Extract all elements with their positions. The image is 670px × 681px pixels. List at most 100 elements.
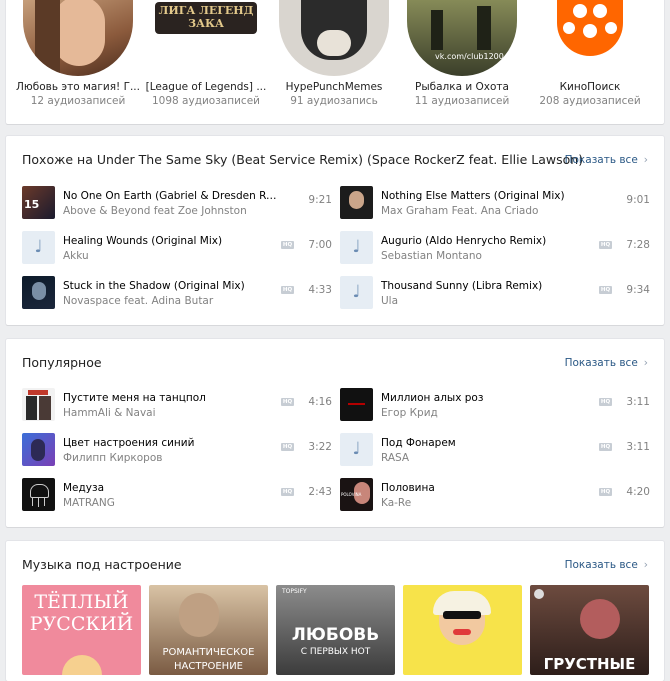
show-all-link[interactable]: Показать все ›	[565, 559, 648, 571]
community-name[interactable]: КиноПоиск	[526, 81, 654, 93]
track-cover[interactable]	[340, 388, 373, 421]
community-name[interactable]: [League of Legends] ...	[142, 81, 270, 93]
track-row[interactable]: ♩ Thousand Sunny (Libra Remix) Ula HQ 9:…	[340, 276, 650, 312]
hq-badge-icon: HQ	[599, 443, 612, 451]
track-title[interactable]: Пустите меня на танцпол	[63, 392, 278, 404]
track-row[interactable]: 15 No One On Earth (Gabriel & Dresden Re…	[22, 186, 332, 222]
music-note-icon: ♩	[34, 237, 43, 257]
section-title: Музыка под настроение	[22, 557, 182, 572]
community-item[interactable]: КиноПоиск 208 аудиозаписей	[526, 0, 654, 107]
community-item[interactable]: Любовь это магия! Г... 12 аудиозаписей	[14, 0, 142, 107]
track-cover[interactable]	[340, 186, 373, 219]
track-title[interactable]: Augurio (Aldo Henrycho Remix)	[381, 235, 596, 247]
playlist-card[interactable]: ТЁПЛЫЙ РУССКИЙ	[22, 585, 141, 675]
playlist-label: РОМАНТИЧЕСКОЕ	[162, 647, 255, 658]
track-artist[interactable]: Sebastian Montano	[381, 250, 596, 262]
track-cover[interactable]	[22, 478, 55, 511]
track-cover[interactable]: ♩	[340, 276, 373, 309]
chevron-right-icon: ›	[643, 357, 648, 369]
track-row[interactable]: ♩ Augurio (Aldo Henrycho Remix) Sebastia…	[340, 231, 650, 267]
track-title[interactable]: Healing Wounds (Original Mix)	[63, 235, 278, 247]
track-title[interactable]: Медуза	[63, 482, 278, 494]
track-cover[interactable]	[22, 433, 55, 466]
cover-text: POLOVINA	[341, 492, 362, 497]
track-artist[interactable]: Above & Beyond feat Zoe Johnston	[63, 205, 278, 217]
track-row[interactable]: Пустите меня на танцпол HammAli & Navai …	[22, 388, 332, 424]
community-count: 1098 аудиозаписей	[152, 95, 260, 107]
community-avatar[interactable]: vk.com/club12004	[407, 0, 517, 76]
track-artist[interactable]: Akku	[63, 250, 278, 262]
track-artist[interactable]: Ka-Re	[381, 497, 596, 509]
show-all-label[interactable]: Показать все	[565, 154, 638, 166]
track-cover[interactable]	[22, 276, 55, 309]
track-cover[interactable]: ♩	[340, 231, 373, 264]
track-row[interactable]: Stuck in the Shadow (Original Mix) Novas…	[22, 276, 332, 312]
track-artist[interactable]: MATRANG	[63, 497, 278, 509]
popular-section: Популярное Показать все › Пустите меня на…	[6, 339, 664, 527]
track-artist[interactable]: Max Graham Feat. Ana Criado	[381, 205, 596, 217]
chevron-right-icon: ›	[643, 559, 648, 571]
track-cover[interactable]: ♩	[340, 433, 373, 466]
hq-badge-icon: HQ	[281, 241, 294, 249]
track-title[interactable]: Миллион алых роз	[381, 392, 596, 404]
playlist-label: ГРУСТНЫЕ	[543, 655, 636, 673]
community-item[interactable]: ЛИГА ЛЕГЕНД ЗАКА [League of Legends] ...…	[142, 0, 270, 107]
track-title[interactable]: Nothing Else Matters (Original Mix)	[381, 190, 596, 202]
community-count: 208 аудиозаписей	[539, 95, 641, 107]
music-note-icon: ♩	[352, 439, 361, 459]
kinopoisk-logo-icon[interactable]	[535, 0, 645, 76]
playlist-label: НАСТРОЕНИЕ	[174, 661, 243, 672]
track-row[interactable]: Медуза MATRANG HQ 2:43	[22, 478, 332, 514]
community-item[interactable]: HypePunchMemes 91 аудиозапись	[270, 0, 398, 107]
community-logo[interactable]: ЛИГА ЛЕГЕНД ЗАКА	[151, 0, 261, 76]
track-row[interactable]: Nothing Else Matters (Original Mix) Max …	[340, 186, 650, 222]
track-artist[interactable]: RASA	[381, 452, 596, 464]
track-cover[interactable]: ♩	[22, 231, 55, 264]
playlist-card[interactable]: ГРУСТНЫЕ	[530, 585, 649, 675]
hq-badge-icon: HQ	[599, 286, 612, 294]
show-all-label[interactable]: Показать все	[565, 357, 638, 369]
playlist-card[interactable]: TOPSIFY ЛЮБОВЬ С ПЕРВЫХ НОТ	[276, 585, 395, 675]
track-title[interactable]: No One On Earth (Gabriel & Dresden Remix…	[63, 190, 278, 202]
track-cover[interactable]: 15	[22, 186, 55, 219]
playlist-card[interactable]	[403, 585, 522, 675]
track-row[interactable]: ♩ Под Фонарем RASA HQ 3:11	[340, 433, 650, 469]
track-artist[interactable]: Филипп Киркоров	[63, 452, 278, 464]
track-duration: 3:22	[308, 441, 332, 453]
community-item[interactable]: vk.com/club12004 Рыбалка и Охота 11 ауди…	[398, 0, 526, 107]
track-artist[interactable]: Novaspace feat. Adina Butar	[63, 295, 278, 307]
track-title[interactable]: Thousand Sunny (Libra Remix)	[381, 280, 596, 292]
playlist-label: С ПЕРВЫХ НОТ	[300, 647, 371, 657]
track-title[interactable]: Половина	[381, 482, 596, 494]
track-duration: 9:01	[626, 194, 650, 206]
track-duration: 7:00	[308, 239, 332, 251]
track-artist[interactable]: Егор Крид	[381, 407, 596, 419]
track-cover[interactable]	[22, 388, 55, 421]
track-duration: 3:11	[626, 396, 650, 408]
track-row[interactable]: Цвет настроения синий Филипп Киркоров HQ…	[22, 433, 332, 469]
track-artist[interactable]: HammAli & Navai	[63, 407, 278, 419]
track-title[interactable]: Под Фонарем	[381, 437, 596, 449]
show-all-link[interactable]: Показать все ›	[565, 154, 648, 166]
community-count: 11 аудиозаписей	[414, 95, 510, 107]
community-avatar[interactable]	[279, 0, 389, 76]
community-count: 91 аудиозапись	[290, 95, 378, 107]
section-title: Популярное	[22, 355, 102, 370]
track-artist[interactable]: Ula	[381, 295, 596, 307]
show-all-label[interactable]: Показать все	[565, 559, 638, 571]
track-cover[interactable]: POLOVINA	[340, 478, 373, 511]
track-duration: 7:28	[626, 239, 650, 251]
community-name[interactable]: HypePunchMemes	[270, 81, 398, 93]
community-avatar[interactable]	[23, 0, 133, 76]
playlist-card[interactable]: РОМАНТИЧЕСКОЕ НАСТРОЕНИЕ	[149, 585, 268, 675]
track-row[interactable]: Миллион алых роз Егор Крид HQ 3:11	[340, 388, 650, 424]
track-row[interactable]: ♩ Healing Wounds (Original Mix) Akku HQ …	[22, 231, 332, 267]
community-name[interactable]: Любовь это магия! Г...	[14, 81, 142, 93]
community-name[interactable]: Рыбалка и Охота	[398, 81, 526, 93]
track-duration: 4:16	[308, 396, 332, 408]
track-title[interactable]: Цвет настроения синий	[63, 437, 278, 449]
hq-badge-icon: HQ	[281, 286, 294, 294]
track-title[interactable]: Stuck in the Shadow (Original Mix)	[63, 280, 278, 292]
show-all-link[interactable]: Показать все ›	[565, 357, 648, 369]
track-row[interactable]: POLOVINA Половина Ka-Re HQ 4:20	[340, 478, 650, 514]
